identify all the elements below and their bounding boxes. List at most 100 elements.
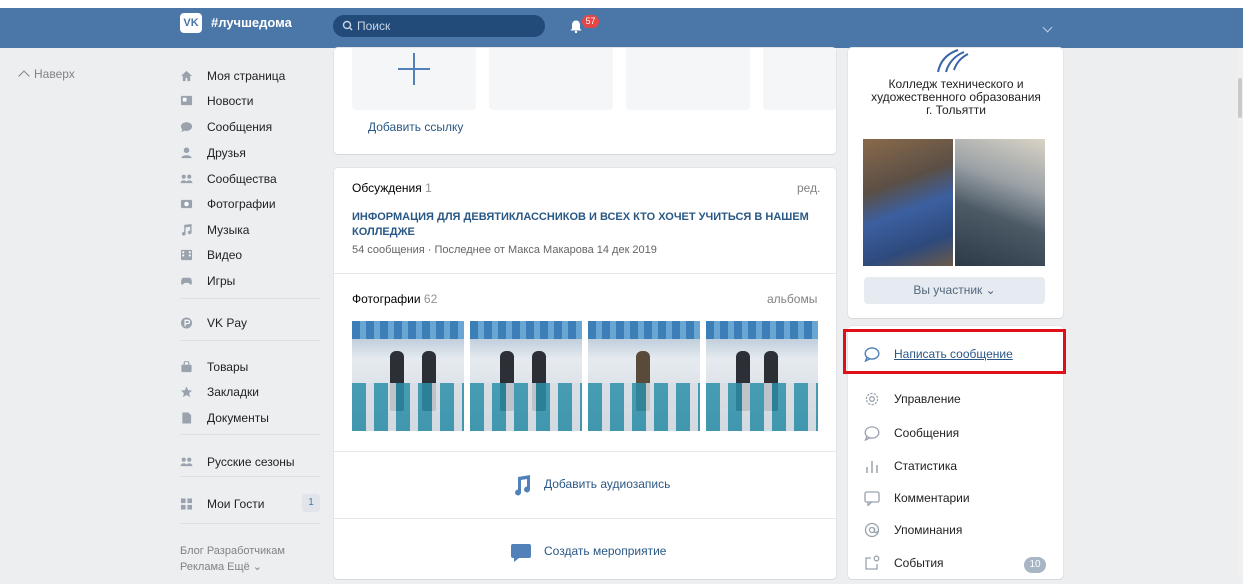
sidebar-item-video[interactable]: Видео — [180, 245, 320, 265]
games-icon — [181, 277, 192, 285]
sidebar-item-documents[interactable]: Документы — [180, 408, 320, 428]
brand-hashtag[interactable]: #лучшедома — [211, 13, 292, 33]
member-status-button[interactable]: Вы участник ⌄ — [864, 277, 1045, 304]
sidebar-item-label: Русские сезоны — [207, 455, 295, 469]
sidebar-item-label: Мои Гости — [207, 497, 265, 511]
home-icon — [180, 70, 193, 82]
sidebar-divider — [180, 298, 320, 299]
russian-seasons-icon — [180, 457, 193, 467]
sidebar-item-russian-seasons[interactable]: Русские сезоны — [180, 452, 320, 472]
photos-header[interactable]: Фотографии 62 — [352, 292, 437, 306]
link-tile[interactable] — [626, 48, 750, 110]
sidebar-item-bookmarks[interactable]: Закладки — [180, 382, 320, 402]
sidebar-item-friends[interactable]: Друзья — [180, 143, 320, 163]
plus-icon — [398, 53, 430, 85]
events-count-badge: 10 — [1024, 557, 1046, 573]
gear-icon — [865, 392, 879, 406]
friends-icon — [181, 147, 192, 159]
sidebar-footer-links[interactable]: Блог Разработчикам Реклама Ещё ⌄ — [180, 543, 285, 575]
discussions-edit-link[interactable]: ред. — [797, 181, 820, 195]
notifications-bell-icon[interactable] — [570, 20, 582, 33]
add-link-button[interactable]: Добавить ссылку — [368, 120, 463, 134]
discussion-topic-title[interactable]: ИНФОРМАЦИЯ ДЛЯ ДЕВЯТИКЛАССНИКОВ И ВСЕХ К… — [352, 210, 812, 240]
messages-icon — [180, 122, 193, 133]
college-logo-mark — [937, 49, 969, 73]
sidebar-item-home[interactable]: Моя страница — [180, 66, 320, 86]
discussions-count: 1 — [425, 181, 432, 195]
scrollbar-thumb[interactable] — [1238, 78, 1242, 118]
sidebar-item-label: Моя страница — [207, 69, 286, 83]
group-menu-label: Написать сообщение — [894, 347, 1013, 361]
search-placeholder: Поиск — [357, 19, 391, 33]
create-event-button[interactable]: Создать мероприятие — [334, 519, 836, 584]
sidebar-item-goods[interactable]: Товары — [180, 357, 320, 377]
group-menu-label: События — [894, 556, 944, 570]
sidebar-item-label: Закладки — [207, 385, 259, 399]
comments-icon — [864, 491, 880, 506]
link-tile[interactable] — [489, 48, 613, 110]
footer-line-1[interactable]: Блог Разработчикам — [180, 543, 285, 559]
group-menu-label: Сообщения — [894, 426, 960, 440]
video-icon — [180, 249, 193, 261]
group-name: Колледж технического и художественного о… — [858, 78, 1054, 117]
sidebar-divider — [180, 434, 320, 435]
news-icon — [180, 95, 193, 106]
albums-link[interactable]: альбомы — [767, 292, 817, 306]
sidebar-item-communities[interactable]: Сообщества — [180, 169, 320, 189]
sidebar-item-label: Сообщества — [207, 172, 277, 186]
photo-thumbnail[interactable] — [706, 321, 818, 431]
window-top-strip — [0, 0, 1243, 8]
add-audio-button[interactable]: Добавить аудиозапись — [334, 452, 836, 517]
sidebar-item-label: Друзья — [207, 146, 246, 160]
message-bubble-icon — [864, 347, 880, 362]
photos-count: 62 — [423, 292, 438, 306]
group-menu-label: Управление — [894, 392, 961, 406]
discussions-title: Обсуждения — [352, 181, 422, 195]
chevron-up-icon — [18, 70, 30, 82]
bookmarks-icon — [180, 386, 193, 398]
discussions-header[interactable]: Обсуждения 1 — [352, 181, 432, 195]
photo-thumbnail[interactable] — [352, 321, 464, 431]
events-icon — [865, 555, 880, 570]
event-chat-icon — [511, 544, 531, 562]
photos-title: Фотографии — [352, 292, 421, 306]
vkpay-icon — [180, 317, 193, 329]
group-menu-label: Упоминания — [894, 523, 963, 537]
photo-thumbnail[interactable] — [470, 321, 582, 431]
group-menu-label: Статистика — [894, 459, 958, 473]
music-icon — [181, 224, 192, 236]
at-icon — [864, 522, 880, 538]
sidebar-item-news[interactable]: Новости — [180, 91, 320, 111]
vk-logo[interactable]: VK — [180, 13, 202, 33]
sidebar-item-label: Сообщения — [207, 120, 273, 134]
group-name-line-3: г. Тольятти — [926, 103, 986, 117]
sidebar-item-label: Видео — [207, 248, 243, 262]
back-to-top-label: Наверх — [34, 67, 75, 81]
music-note-icon — [515, 475, 531, 496]
documents-icon — [182, 412, 192, 424]
group-cover-photo-left — [863, 139, 953, 266]
sidebar-item-label: Фотографии — [207, 197, 276, 211]
sidebar-item-photos[interactable]: Фотографии — [180, 194, 320, 214]
notifications-badge: 57 — [582, 15, 599, 28]
sidebar-item-label: VK Pay — [207, 316, 248, 330]
discussion-topic-meta: 54 сообщения · Последнее от Макса Макаро… — [352, 244, 657, 256]
guests-icon — [180, 498, 193, 510]
add-audio-label: Добавить аудиозапись — [544, 477, 671, 491]
sidebar-item-guests[interactable]: Мои Гости 1 — [180, 494, 320, 514]
photo-thumbnail[interactable] — [588, 321, 700, 431]
link-tile[interactable] — [763, 48, 836, 110]
sidebar-item-games[interactable]: Игры — [180, 271, 320, 291]
messages-icon — [864, 426, 880, 441]
communities-icon — [180, 174, 193, 184]
sidebar-item-music[interactable]: Музыка — [180, 220, 320, 240]
sidebar-item-label: Игры — [207, 274, 236, 288]
footer-line-2[interactable]: Реклама Ещё ⌄ — [180, 559, 285, 575]
sidebar-item-vkpay[interactable]: VK Pay — [180, 313, 320, 333]
sidebar-item-label: Товары — [207, 360, 249, 374]
search-icon — [342, 15, 353, 44]
sidebar-item-messages[interactable]: Сообщения — [180, 117, 320, 137]
search-input[interactable]: Поиск — [333, 15, 545, 37]
back-to-top-button[interactable]: Наверх — [18, 67, 75, 82]
scrollbar[interactable] — [1237, 48, 1243, 579]
